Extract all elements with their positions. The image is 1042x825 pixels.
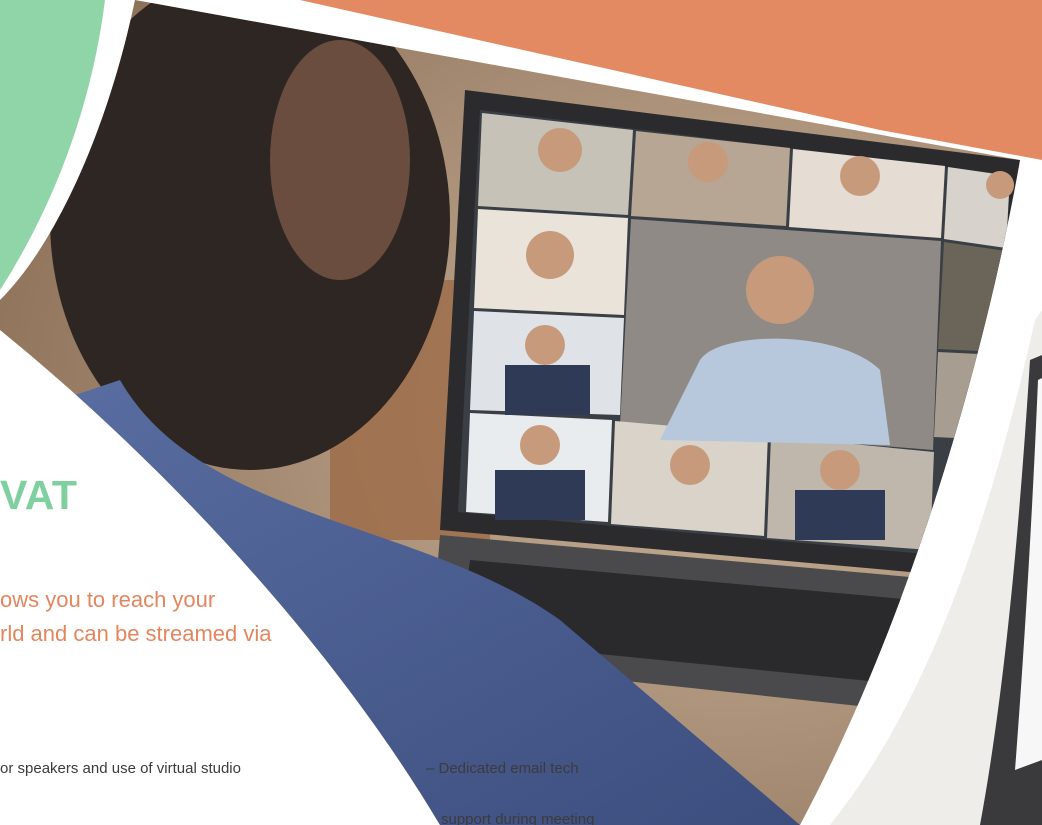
bullet-right-line-1: – Dedicated email tech <box>426 760 579 777</box>
bullet-right-line-2: support during meeting <box>441 811 595 825</box>
bullet-left: or speakers and use of virtual studio <box>0 760 241 777</box>
intro-line-1: ows you to reach your <box>0 587 216 612</box>
section-heading: VAT <box>0 472 78 518</box>
brochure-page: VAT ows you to reach your rld and can be… <box>0 0 1042 825</box>
intro-line-2: rld and can be streamed via <box>0 621 272 646</box>
device-edge-photo <box>830 310 1042 825</box>
